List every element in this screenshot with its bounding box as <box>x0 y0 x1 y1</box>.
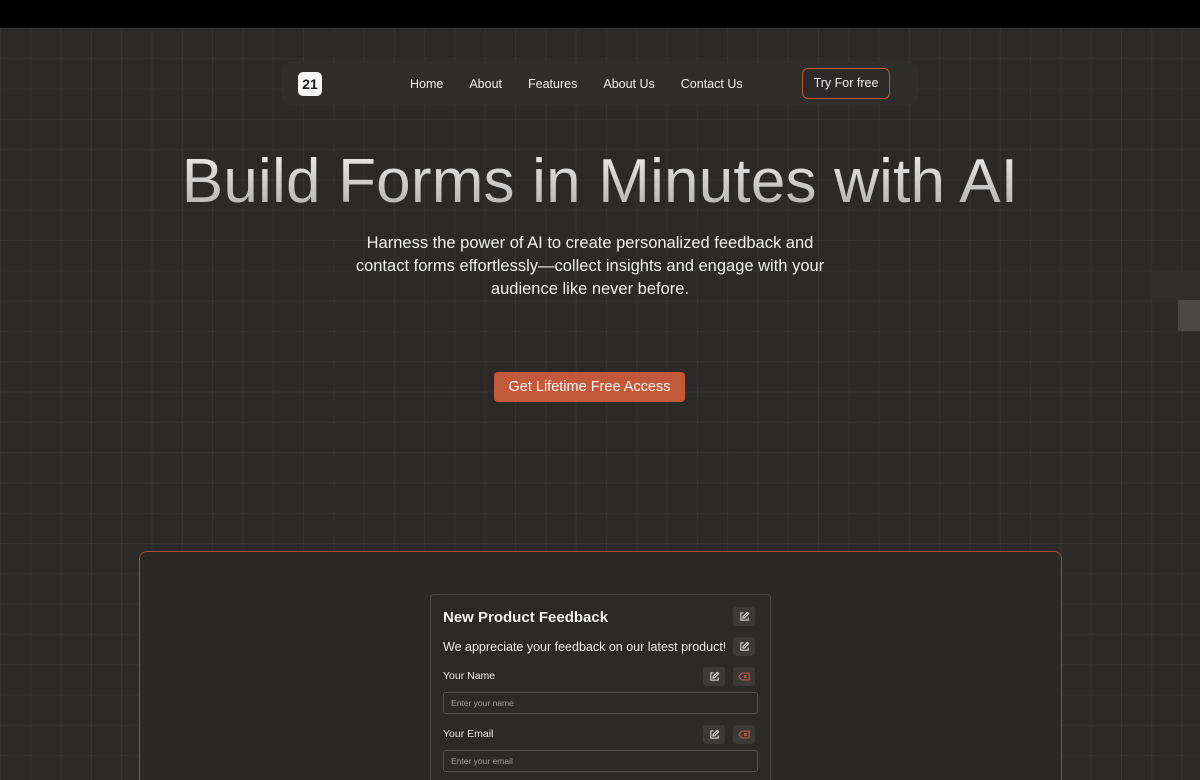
pencil-square-icon <box>739 641 749 651</box>
top-navigation: 21 Home About Features About Us Contact … <box>282 62 918 105</box>
nav-link-about[interactable]: About <box>469 77 502 91</box>
form-preview-card: New Product Feedback We appreciate your … <box>430 594 771 780</box>
nav-link-features[interactable]: Features <box>528 77 577 91</box>
landing-page: 21 Home About Features About Us Contact … <box>0 0 1200 780</box>
edit-description-button[interactable] <box>733 637 755 656</box>
name-input[interactable] <box>443 692 758 714</box>
grid-highlight <box>1150 270 1200 300</box>
delete-field-email-button[interactable] <box>733 725 755 744</box>
field-label-email: Your Email <box>443 728 494 740</box>
edit-field-name-button[interactable] <box>703 667 725 686</box>
try-for-free-button[interactable]: Try For free <box>802 68 890 99</box>
get-lifetime-access-button[interactable]: Get Lifetime Free Access <box>494 372 685 402</box>
form-title: New Product Feedback <box>443 609 609 626</box>
delete-field-name-button[interactable] <box>733 667 755 686</box>
field-label-name: Your Name <box>443 670 496 682</box>
pencil-square-icon <box>739 611 749 621</box>
nav-link-about-us[interactable]: About Us <box>603 77 654 91</box>
email-input[interactable] <box>443 750 758 772</box>
pencil-square-icon <box>709 671 719 681</box>
edit-title-button[interactable] <box>733 607 755 626</box>
pencil-square-icon <box>709 729 719 739</box>
nav-links: Home About Features About Us Contact Us <box>410 62 743 105</box>
backspace-icon <box>738 672 750 681</box>
hero-title: Build Forms in Minutes with AI <box>0 144 1200 220</box>
nav-link-home[interactable]: Home <box>410 77 443 91</box>
backspace-icon <box>738 730 750 739</box>
logo[interactable]: 21 <box>298 72 322 96</box>
browser-top-bar <box>0 0 1200 28</box>
grid-highlight <box>1178 300 1200 331</box>
edit-field-email-button[interactable] <box>703 725 725 744</box>
nav-link-contact-us[interactable]: Contact Us <box>681 77 743 91</box>
form-description: We appreciate your feedback on our lates… <box>443 640 727 654</box>
hero-subtitle: Harness the power of AI to create person… <box>355 234 825 298</box>
